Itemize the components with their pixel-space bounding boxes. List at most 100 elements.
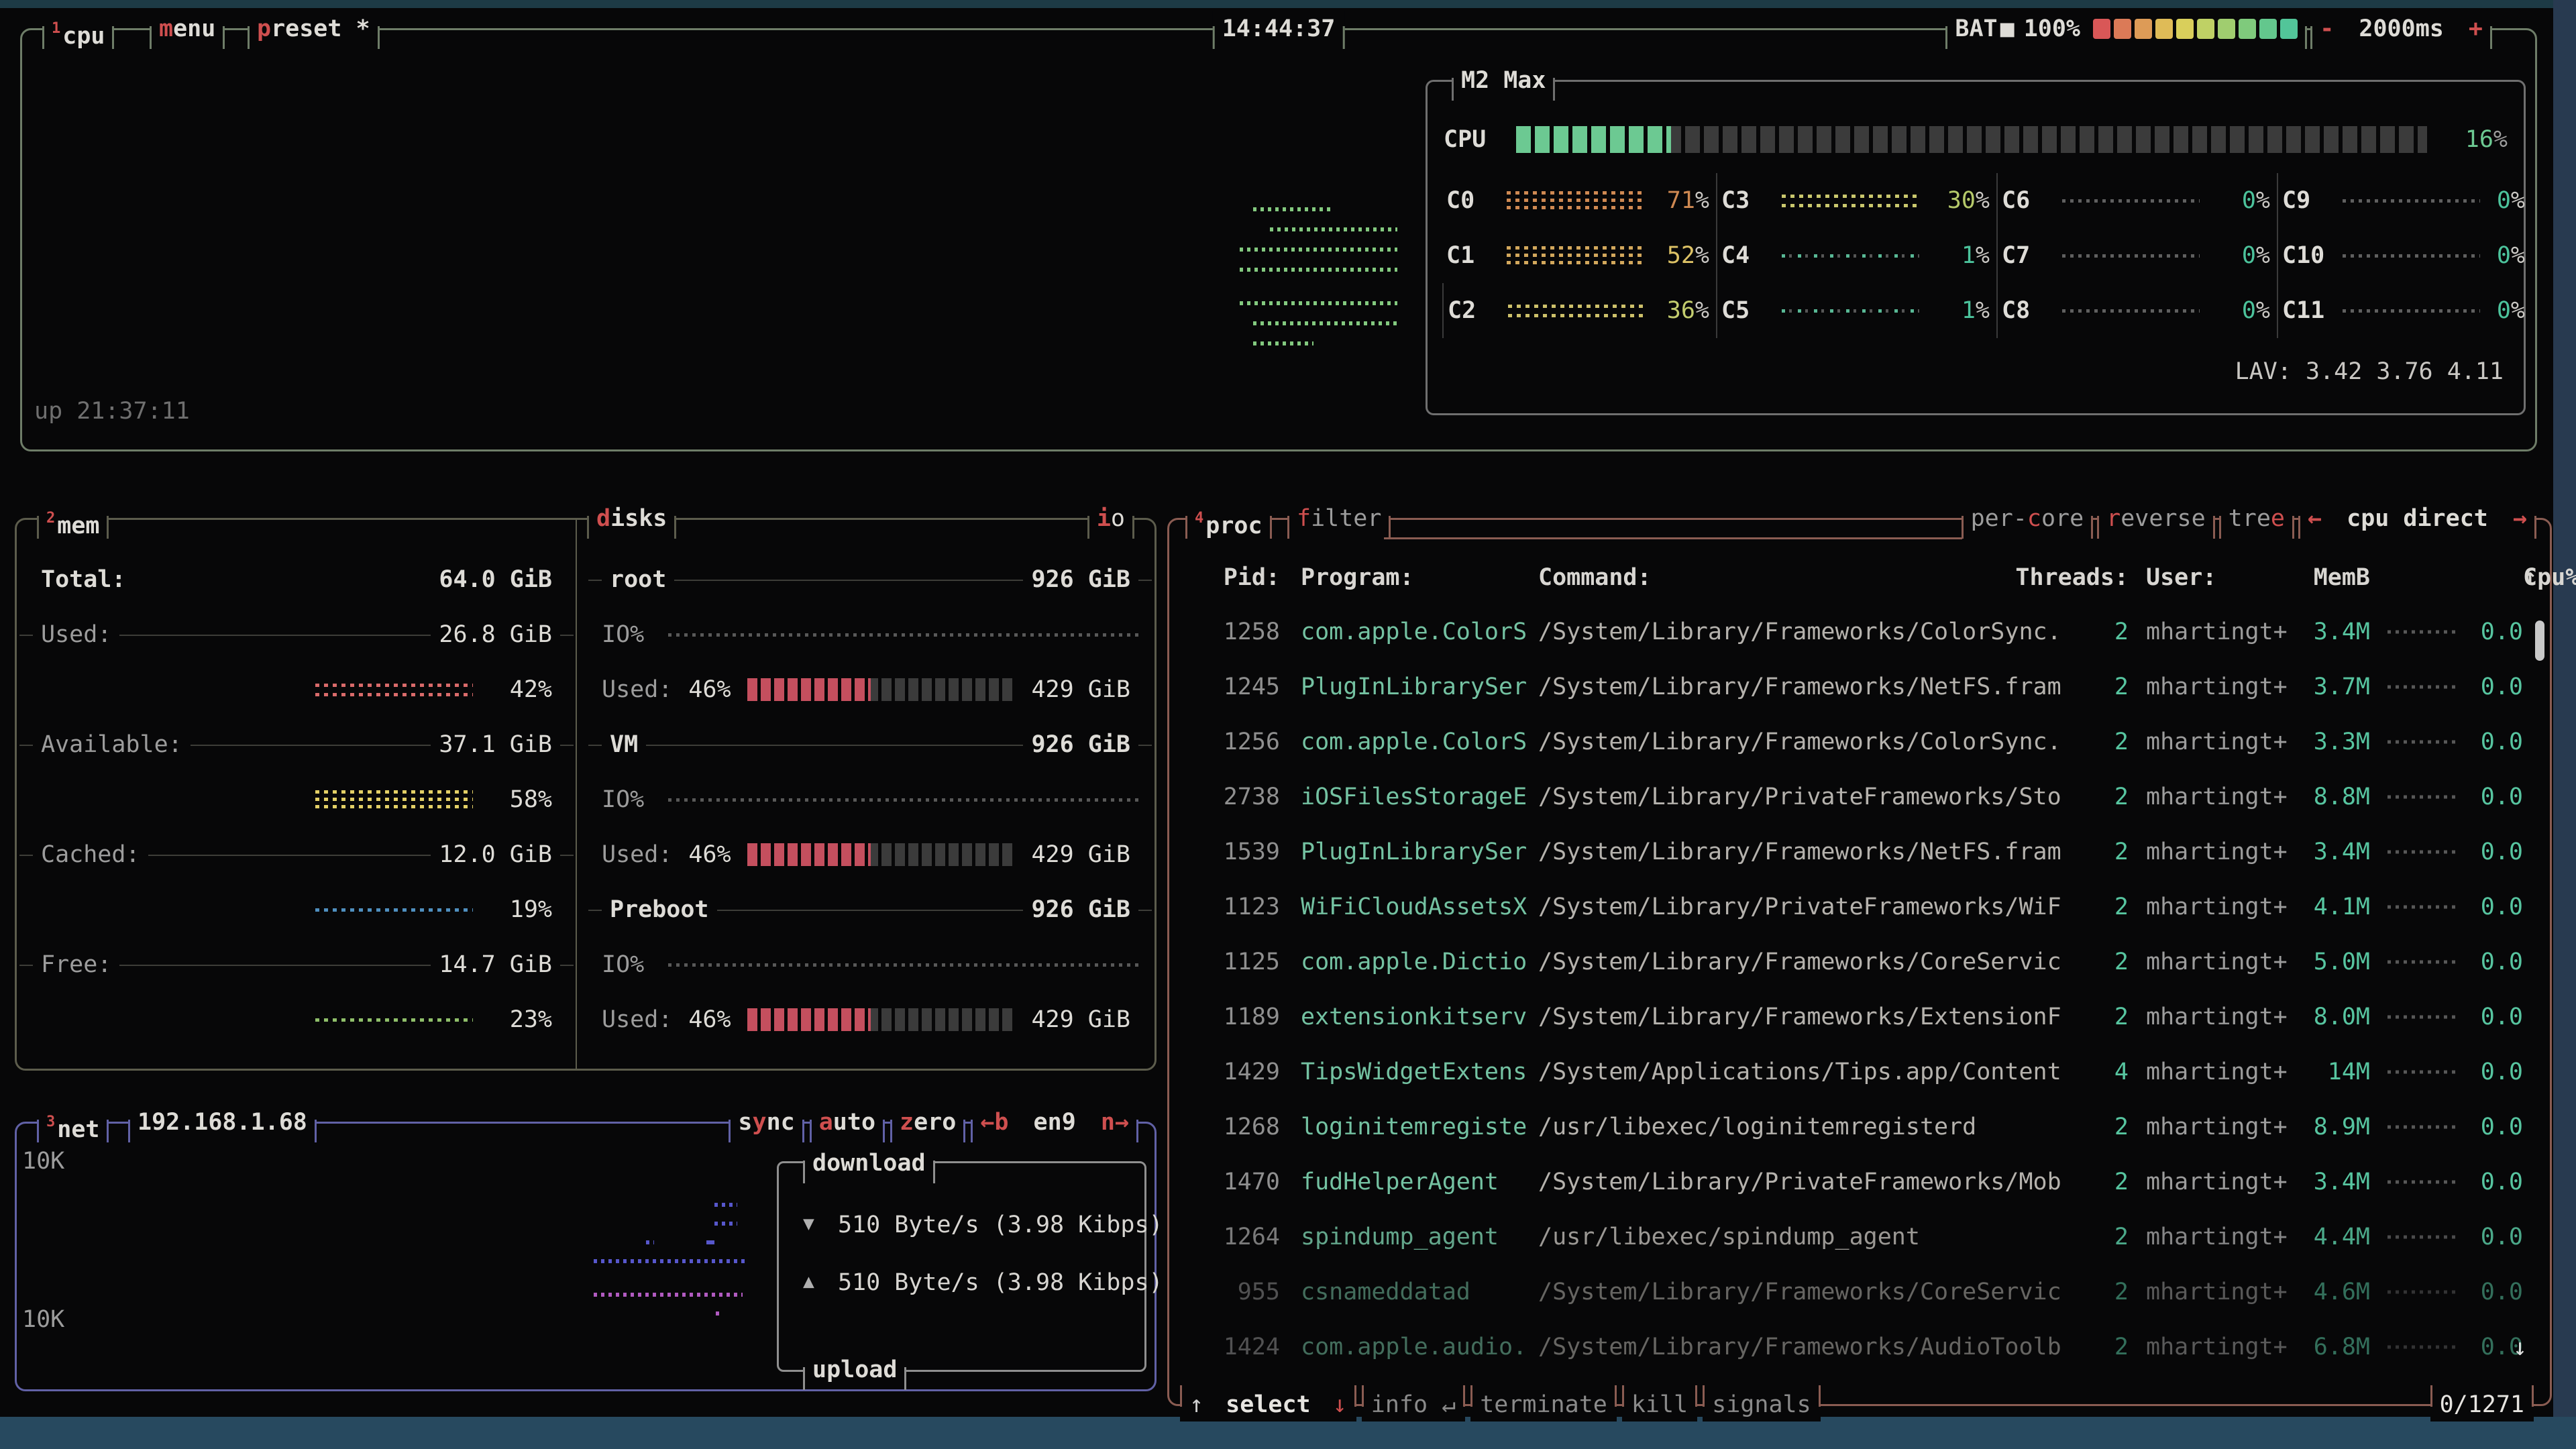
scroll-down-icon[interactable]: ↓ [2513, 1334, 2527, 1361]
command-cell: /usr/libexec/spindump_agent [1538, 1224, 1920, 1250]
prev-interface-button[interactable]: ←b [980, 1109, 1008, 1136]
table-row[interactable]: 1123 WiFiCloudAssetsX /System/Library/Pr… [1185, 879, 2534, 934]
core-percent: 1% [1962, 242, 1996, 269]
mem-cell: 3.4M [2269, 619, 2370, 645]
threads-cell: 2 [2061, 894, 2129, 920]
cpu-box-title[interactable]: 1cpu [42, 11, 114, 46]
disk-name: Preboot [602, 896, 717, 923]
core-percent: 52% [1667, 242, 1716, 269]
disk-size: 926 GiB [1023, 566, 1138, 593]
table-row[interactable]: 1264 spindump_agent /usr/libexec/spindum… [1185, 1210, 2534, 1265]
command-cell: /System/Library/Frameworks/NetFS.fram [1538, 674, 2061, 700]
table-row[interactable]: 1268 loginitemregiste /usr/libexec/login… [1185, 1099, 2534, 1155]
core-row: C10 0% [2277, 228, 2532, 283]
mem-used-graph [315, 678, 473, 701]
core-row: C2 36% [1442, 283, 1716, 338]
table-row[interactable]: 1245 PlugInLibrarySer /System/Library/Fr… [1185, 659, 2534, 714]
user-cell: mhartingt+ [2146, 1334, 2288, 1360]
select-control[interactable]: ↑ select ↓ [1180, 1388, 1356, 1421]
col-program: Program: [1301, 564, 1414, 591]
user-cell: mhartingt+ [2146, 839, 2288, 865]
cpu-model-title: M2 Max [1452, 63, 1555, 98]
mem-hotkey: 2 [46, 510, 55, 527]
proc-box-title[interactable]: 4proc [1185, 501, 1272, 536]
mem-box-title[interactable]: 2mem [37, 501, 109, 536]
filter-input-line[interactable] [1384, 537, 1962, 539]
table-row[interactable]: 1256 com.apple.ColorS /System/Library/Fr… [1185, 714, 2534, 769]
filter-button[interactable]: filter [1287, 501, 1391, 536]
disk-used-row: Used: 46% 429 GiB [602, 827, 1138, 882]
cpu-cell: 0.0 [2444, 1004, 2523, 1030]
reverse-toggle[interactable]: reverse [2097, 501, 2215, 536]
table-row[interactable]: 1258 com.apple.ColorS /System/Library/Fr… [1185, 604, 2534, 659]
disk-used-value: 429 GiB [1023, 676, 1138, 703]
info-button[interactable]: info ↵ [1362, 1388, 1465, 1421]
table-row[interactable]: 1424 com.apple.audio. /System/Library/Fr… [1185, 1320, 2534, 1375]
threads-cell: 2 [2061, 839, 2129, 865]
mem-cell: 5.0M [2269, 949, 2370, 975]
sort-next-button[interactable]: → [2513, 505, 2527, 532]
kill-button[interactable]: kill [1622, 1388, 1697, 1421]
zero-button[interactable]: zero [890, 1105, 965, 1140]
cpu-box: 1cpu menu preset * 14:44:37 BAT■ 100% - … [20, 28, 2537, 451]
tree-toggle[interactable]: tree [2219, 501, 2294, 536]
core-row: C11 0% [2277, 283, 2532, 338]
table-row[interactable]: 1539 PlugInLibrarySer /System/Library/Fr… [1185, 824, 2534, 879]
net-box-title[interactable]: 3net [37, 1105, 109, 1140]
program-cell: fudHelperAgent [1301, 1169, 1499, 1195]
disks-list: root 926 GiB IO% Used: 46% 429 GiB [602, 552, 1138, 1047]
mem-free-row: Free:14.7 GiB [33, 937, 560, 992]
core-label: C9 [2282, 187, 2343, 214]
disks-title: disks [587, 501, 676, 536]
table-row[interactable]: 1189 extensionkitserv /System/Library/Fr… [1185, 989, 2534, 1044]
core-label: C4 [1721, 242, 1782, 269]
signals-button[interactable]: signals [1703, 1388, 1821, 1421]
program-cell: iOSFilesStorageE [1301, 784, 1527, 810]
battery-meter [2090, 19, 2298, 39]
disk-io-graph [668, 963, 1138, 967]
disk-io-row: IO% [602, 607, 1138, 662]
core-graph [1782, 189, 1919, 212]
cpu-total-percent: 16% [2427, 126, 2508, 153]
program-cell: com.apple.Dictio [1301, 949, 1527, 975]
disk-io-label: IO% [602, 786, 652, 813]
core-row: C4 1% [1716, 228, 1996, 283]
per-core-toggle[interactable]: per-core [1962, 501, 2094, 536]
core-graph [2062, 189, 2200, 212]
battery-segment [2239, 19, 2256, 39]
sync-button[interactable]: sync [729, 1105, 804, 1140]
threads-cell: 2 [2061, 674, 2129, 700]
sort-prev-button[interactable]: ← [2308, 505, 2322, 532]
disk-used-bar [747, 843, 1016, 866]
table-row[interactable]: 1470 fudHelperAgent /System/Library/Priv… [1185, 1155, 2534, 1210]
terminate-button[interactable]: terminate [1470, 1388, 1617, 1421]
cpu-cell: 0.0 [2444, 1279, 2523, 1305]
menu-button[interactable]: menu [150, 11, 225, 46]
table-row[interactable]: 955 csnameddatad /System/Library/Framewo… [1185, 1265, 2534, 1320]
table-row[interactable]: 1429 TipsWidgetExtens /System/Applicatio… [1185, 1044, 2534, 1099]
program-cell: WiFiCloudAssetsX [1301, 894, 1527, 920]
mem-box: 2mem disks io Total: 64.0 GiB Used:26.8 … [15, 518, 1157, 1071]
cpu-total-row: CPU 16% [1444, 126, 2508, 153]
battery-segment [2259, 19, 2277, 39]
command-cell: /usr/libexec/loginitemregisterd [1538, 1114, 1976, 1140]
next-interface-button[interactable]: n→ [1101, 1109, 1129, 1136]
auto-button[interactable]: auto [810, 1105, 885, 1140]
core-label: C0 [1446, 187, 1507, 214]
command-cell: /System/Library/Frameworks/CoreServic [1538, 949, 2061, 975]
core-row: C0 71% [1442, 173, 1716, 228]
preset-button[interactable]: preset * [248, 11, 380, 46]
table-row[interactable]: 1125 com.apple.Dictio /System/Library/Fr… [1185, 934, 2534, 989]
core-percent: 0% [2242, 242, 2277, 269]
io-toggle-button[interactable]: io [1087, 501, 1134, 536]
battery-percent: 100% [2024, 11, 2080, 46]
scrollbar-thumb[interactable] [2535, 621, 2544, 661]
interval-decrease-button[interactable]: - [2320, 15, 2334, 42]
core-graph [2062, 244, 2200, 267]
table-row[interactable]: 2738 iOSFilesStorageE /System/Library/Pr… [1185, 769, 2534, 824]
sort-selector: ← cpu direct → [2298, 501, 2536, 536]
disk-used-bar [747, 1008, 1016, 1031]
interval-increase-button[interactable]: + [2469, 15, 2483, 42]
mem-cell: 8.0M [2269, 1004, 2370, 1030]
core-label: C7 [2002, 242, 2062, 269]
